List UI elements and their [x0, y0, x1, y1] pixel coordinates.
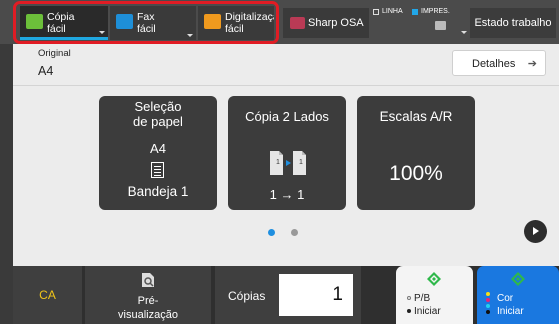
bw-label: P/B — [414, 293, 431, 304]
print-status-label: IMPRES. — [421, 8, 450, 15]
arrow-right-icon: ➔ — [527, 58, 537, 70]
bottom-bar: CA Pré-visualização Cópias P/B Iniciar — [13, 266, 559, 324]
page-indicator-dot-active[interactable] — [268, 229, 275, 236]
copies-control: Cópias — [215, 266, 361, 324]
original-value: A4 — [38, 64, 54, 78]
print-status-indicator — [412, 9, 418, 15]
card-title-line2: de papel — [133, 114, 183, 129]
yellow-dot-icon — [486, 292, 490, 296]
page-indicator-dot[interactable] — [291, 229, 298, 236]
preview-label-line2: visualização — [118, 309, 178, 321]
job-status-button[interactable]: Estado trabalho — [470, 8, 556, 38]
card-title-line1: Seleção — [134, 99, 182, 114]
duplex-value: 1 → 1 — [269, 187, 305, 202]
printer-icon — [435, 21, 446, 30]
card-title: Seleção de papel — [99, 99, 217, 129]
bw-start-label: Iniciar — [414, 306, 441, 317]
cyan-dot-icon — [486, 304, 490, 308]
preview-label-line1: Pré- — [137, 295, 159, 307]
bw-mode-indicator — [407, 296, 411, 300]
color-start-button[interactable]: Cor Iniciar — [477, 266, 559, 324]
paper-select-card[interactable]: Seleção de papel A4 Bandeja 1 — [99, 96, 217, 210]
start-icon — [511, 272, 525, 286]
original-label: Original — [38, 48, 71, 59]
sharp-osa-button[interactable]: Sharp OSA — [283, 8, 369, 38]
details-button[interactable]: Detalhes ➔ — [452, 50, 546, 76]
sharp-osa-label: Sharp OSA — [308, 17, 364, 29]
duplex-copy-card[interactable]: Cópia 2 Lados 1 1 1 → 1 — [228, 96, 346, 210]
zoom-ratio-value: 100% — [389, 162, 443, 185]
osa-icon — [290, 17, 305, 29]
copies-label: Cópias — [228, 289, 266, 303]
clear-all-button[interactable]: CA — [13, 266, 82, 324]
preview-button[interactable]: Pré-visualização — [85, 266, 211, 324]
bw-start-button[interactable]: P/B Iniciar — [396, 266, 473, 324]
card-title: Escalas A/R — [379, 109, 453, 124]
preview-icon — [142, 273, 154, 287]
details-label: Detalhes — [472, 58, 516, 70]
color-start-label: Iniciar — [497, 306, 524, 317]
svg-text:1: 1 — [276, 159, 280, 166]
highlight-frame — [13, 1, 279, 44]
duplex-icon: 1 1 — [270, 151, 306, 175]
main-panel: Original A4 Detalhes ➔ Seleção de papel A… — [13, 44, 559, 266]
card-title: Cópia 2 Lados — [245, 109, 329, 124]
tray-value: Bandeja 1 — [127, 184, 189, 199]
black-dot-icon — [486, 310, 490, 314]
paper-size-value: A4 — [150, 141, 166, 156]
job-status-indicator[interactable]: LINHA IMPRES. — [373, 4, 467, 40]
top-bar: Cópiafácil Faxfácil Digitalizaçãofácil S… — [0, 0, 559, 44]
divider — [13, 85, 559, 86]
magenta-dot-icon — [486, 298, 490, 302]
paper-tray-icon — [151, 162, 164, 178]
start-icon — [427, 272, 441, 286]
color-label: Cor — [497, 293, 514, 304]
copies-input[interactable] — [279, 274, 353, 316]
line-status-indicator — [373, 9, 379, 15]
bw-mode-indicator — [407, 309, 411, 313]
next-page-button[interactable] — [524, 220, 547, 243]
play-icon — [533, 227, 539, 235]
line-status-label: LINHA — [382, 8, 403, 15]
zoom-ratio-card[interactable]: Escalas A/R 100% — [357, 96, 475, 210]
chevron-down-icon — [461, 31, 467, 34]
svg-text:1: 1 — [299, 159, 303, 166]
